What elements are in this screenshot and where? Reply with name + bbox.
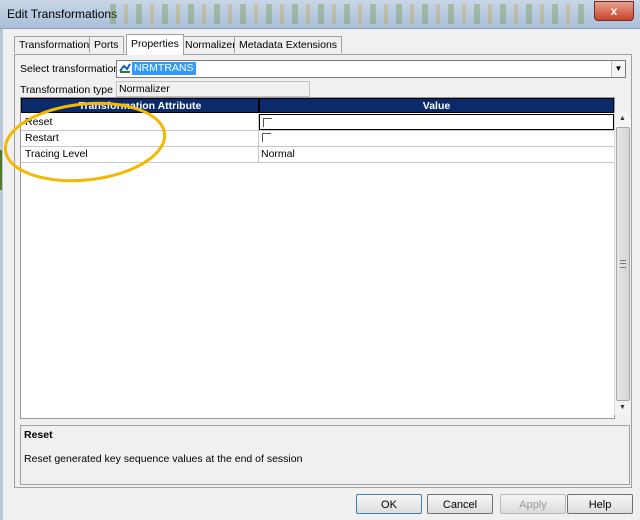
close-button[interactable]: x [594, 1, 634, 21]
description-text: Reset generated key sequence values at t… [24, 453, 303, 465]
selected-transformation: NRMTRANS [132, 62, 196, 75]
attribute-cell: Reset [21, 114, 259, 130]
tab-transformation[interactable]: Transformation [14, 36, 95, 53]
title-bar-background [110, 4, 590, 24]
table-row[interactable]: Tracing Level Normal [21, 146, 614, 163]
tab-metadata-extensions[interactable]: Metadata Extensions [234, 36, 343, 53]
select-transformation-label: Select transformation: [20, 63, 123, 75]
restart-checkbox[interactable] [262, 133, 271, 142]
window-title: Edit Transformations [7, 7, 118, 21]
tab-ports[interactable]: Ports [89, 36, 124, 53]
ok-button[interactable]: OK [356, 494, 422, 514]
select-transformation-dropdown[interactable]: NRMTRANS ▼ [116, 60, 626, 78]
table-row[interactable]: Restart [21, 130, 614, 147]
title-bar[interactable]: Edit Transformations x [0, 0, 640, 29]
transformation-type-label: Transformation type [20, 84, 113, 96]
column-header-attribute[interactable]: Transformation Attribute [21, 98, 259, 113]
grip-icon [620, 260, 626, 268]
transformation-type-value: Normalizer [119, 83, 170, 95]
reset-checkbox[interactable] [263, 118, 272, 127]
description-box: Reset Reset generated key sequence value… [20, 425, 630, 485]
column-header-value[interactable]: Value [259, 98, 614, 113]
properties-grid: Transformation Attribute Value Reset Res… [20, 97, 615, 419]
value-cell[interactable] [259, 130, 614, 146]
table-row[interactable]: Reset [21, 114, 614, 131]
apply-button[interactable]: Apply [500, 494, 566, 514]
description-title: Reset [24, 429, 53, 441]
attribute-cell: Tracing Level [21, 146, 259, 162]
cancel-button[interactable]: Cancel [427, 494, 493, 514]
help-button[interactable]: Help [567, 494, 633, 514]
dropdown-arrow-icon[interactable]: ▼ [611, 61, 625, 77]
tracing-level-value[interactable]: Normal [259, 146, 614, 162]
tab-properties[interactable]: Properties [126, 34, 184, 55]
edit-transformations-window: Edit Transformations x Transformation Po… [0, 0, 640, 520]
window-border [0, 28, 3, 520]
normalizer-icon [119, 63, 131, 74]
transformation-type-field: Normalizer [116, 81, 310, 97]
value-cell[interactable] [259, 114, 614, 130]
scrollbar-thumb[interactable] [616, 127, 630, 401]
grip-line [620, 263, 626, 264]
scroll-up-icon[interactable]: ▲ [615, 112, 630, 126]
tab-normalizer[interactable]: Normalizer [180, 36, 241, 53]
background-decoration [0, 150, 2, 190]
scroll-down-icon[interactable]: ▼ [615, 401, 630, 415]
grid-scrollbar[interactable]: ▲ ▼ [614, 112, 630, 415]
attribute-cell: Restart [21, 130, 259, 146]
